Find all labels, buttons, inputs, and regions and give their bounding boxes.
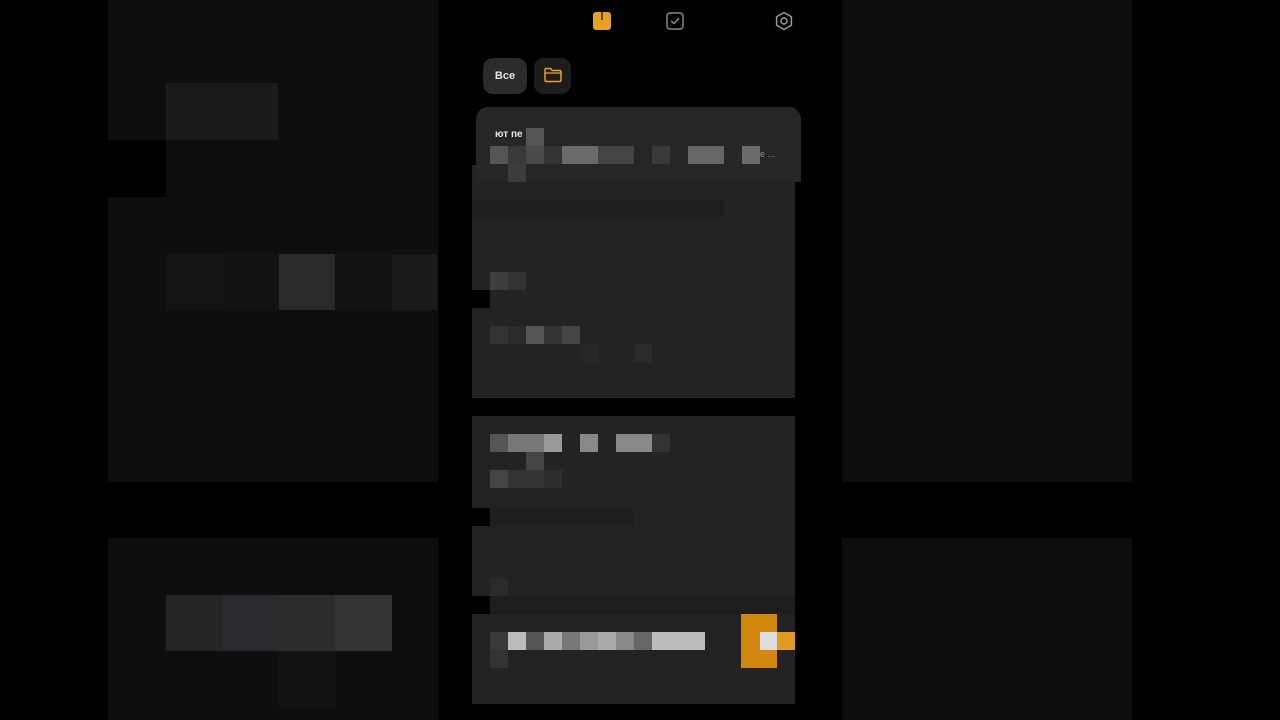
filter-all-chip[interactable]: Все <box>483 58 527 94</box>
pixelated-block <box>562 146 598 164</box>
pixelated-block <box>472 508 490 526</box>
pixelated-block <box>616 632 634 650</box>
notes-icon <box>592 11 612 34</box>
pixelated-accent-block <box>777 632 795 650</box>
pixelated-block <box>688 146 724 164</box>
pixelated-block <box>222 254 279 310</box>
pixelated-block <box>742 146 760 164</box>
pixelated-block <box>580 434 598 452</box>
pixelated-block <box>580 344 598 362</box>
pixelated-block <box>508 272 526 290</box>
note-title: ют пе <box>495 129 523 140</box>
folder-icon <box>543 66 563 87</box>
pixelated-block <box>335 254 392 310</box>
pixelated-block <box>335 595 392 651</box>
pixelated-block <box>490 146 508 164</box>
pixelated-block <box>392 254 438 310</box>
pixelated-block <box>598 146 634 164</box>
background-ghost-right-top <box>842 0 1132 482</box>
pixelated-block <box>562 632 580 650</box>
pixelated-block <box>490 650 508 668</box>
pixelated-block <box>490 578 508 596</box>
pixelated-block <box>508 434 544 452</box>
pixelated-block <box>544 326 562 344</box>
pixelated-block <box>526 452 544 470</box>
pixelated-block <box>490 434 508 452</box>
pixelated-block <box>278 595 335 651</box>
settings-button[interactable] <box>768 6 800 38</box>
pixelated-block <box>490 326 508 344</box>
pixelated-block <box>508 470 544 488</box>
pixelated-block <box>544 434 562 452</box>
pixelated-block <box>166 254 222 310</box>
pixelated-block <box>508 326 526 344</box>
pixelated-block <box>279 254 335 310</box>
tasks-icon <box>665 11 685 34</box>
pixelated-block <box>580 632 598 650</box>
pixelated-block <box>616 434 652 452</box>
pixelated-block <box>526 632 544 650</box>
pixelated-block <box>508 164 526 182</box>
pixelated-block <box>490 508 634 526</box>
pixelated-block <box>472 290 490 308</box>
pixelated-block <box>166 83 278 140</box>
pixelated-block <box>490 272 508 290</box>
pixelated-block <box>544 146 562 164</box>
settings-icon <box>774 11 794 34</box>
pixelated-block <box>166 595 222 651</box>
pixelated-block <box>526 326 544 344</box>
pixelated-block <box>472 596 490 614</box>
note-snippet: е ... <box>760 149 776 159</box>
pixelated-block <box>544 632 562 650</box>
notes-tab[interactable] <box>586 6 618 38</box>
pixelated-block <box>760 632 777 650</box>
pixelated-block <box>508 146 526 164</box>
pixelated-block <box>562 326 580 344</box>
pixelated-block <box>544 470 562 488</box>
tasks-tab[interactable] <box>659 6 691 38</box>
pixelated-block <box>652 632 705 650</box>
background-ghost-notch <box>108 140 166 197</box>
pixelated-block <box>490 596 795 614</box>
pixelated-block <box>278 651 335 708</box>
pixelated-block <box>472 200 724 217</box>
pixelated-block <box>526 146 544 164</box>
pixelated-block <box>634 344 652 362</box>
pixelated-block <box>634 632 652 650</box>
pixelated-block <box>652 146 670 164</box>
pixelated-block <box>652 434 670 452</box>
pixelated-block <box>490 632 508 650</box>
pixelated-block <box>490 470 508 488</box>
filter-folder-chip[interactable] <box>534 58 571 94</box>
pixelated-block <box>508 632 526 650</box>
background-ghost-right-bottom <box>842 538 1132 720</box>
pixelated-block <box>526 128 544 146</box>
background-ghost-left-top <box>108 0 438 482</box>
pixelated-block <box>222 595 278 651</box>
pixelated-block <box>598 632 616 650</box>
